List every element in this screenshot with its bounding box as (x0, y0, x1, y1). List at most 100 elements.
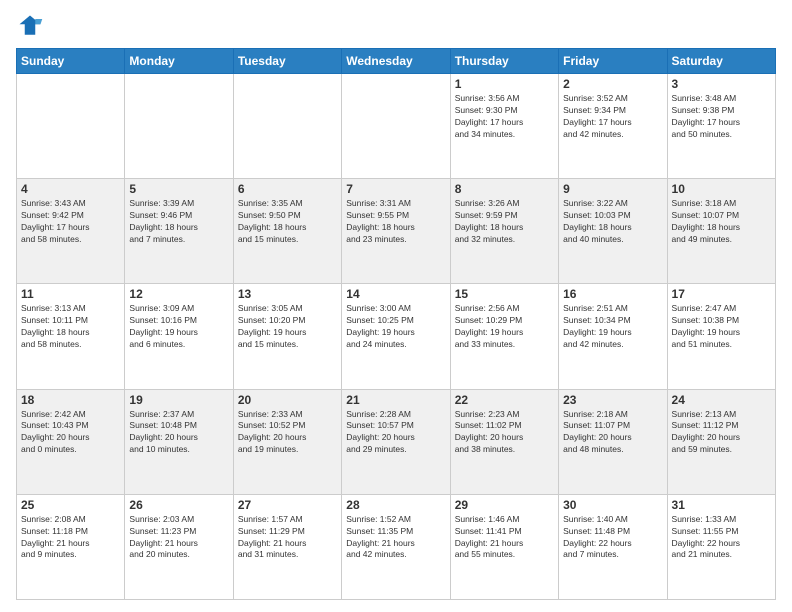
day-number: 24 (672, 393, 771, 407)
weekday-header-tuesday: Tuesday (233, 49, 341, 74)
weekday-header-saturday: Saturday (667, 49, 775, 74)
day-number: 10 (672, 182, 771, 196)
page: SundayMondayTuesdayWednesdayThursdayFrid… (0, 0, 792, 612)
day-number: 2 (563, 77, 662, 91)
calendar-cell: 30 Sunrise: 1:40 AM Sunset: 11:48 PM Dayl… (559, 494, 667, 599)
day-info: Sunrise: 3:39 AM Sunset: 9:46 PM Dayligh… (129, 198, 228, 246)
calendar-cell: 22 Sunrise: 2:23 AM Sunset: 11:02 PM Dayl… (450, 389, 558, 494)
day-number: 4 (21, 182, 120, 196)
day-info: Sunrise: 2:51 AM Sunset: 10:34 PM Daylig… (563, 303, 662, 351)
calendar-cell: 24Sunrise: 2:13 AM Sunset: 11:12 PM Dayl… (667, 389, 775, 494)
calendar-cell: 29 Sunrise: 1:46 AM Sunset: 11:41 PM Dayl… (450, 494, 558, 599)
day-number: 12 (129, 287, 228, 301)
day-number: 1 (455, 77, 554, 91)
day-number: 14 (346, 287, 445, 301)
day-number: 15 (455, 287, 554, 301)
day-number: 13 (238, 287, 337, 301)
calendar-cell: 8 Sunrise: 3:26 AM Sunset: 9:59 PM Daylig… (450, 179, 558, 284)
day-info: Sunrise: 2:56 AM Sunset: 10:29 PM Daylig… (455, 303, 554, 351)
calendar-cell: 19 Sunrise: 2:37 AM Sunset: 10:48 PM Dayl… (125, 389, 233, 494)
day-number: 17 (672, 287, 771, 301)
day-number: 7 (346, 182, 445, 196)
day-info: Sunrise: 2:18 AM Sunset: 11:07 PM Daylig… (563, 409, 662, 457)
weekday-header-friday: Friday (559, 49, 667, 74)
day-info: Sunrise: 2:03 AM Sunset: 11:23 PM Daylig… (129, 514, 228, 562)
calendar-cell: 12 Sunrise: 3:09 AM Sunset: 10:16 PM Dayl… (125, 284, 233, 389)
day-number: 28 (346, 498, 445, 512)
day-info: Sunrise: 3:56 AM Sunset: 9:30 PM Dayligh… (455, 93, 554, 141)
day-info: Sunrise: 3:22 AM Sunset: 10:03 PM Daylig… (563, 198, 662, 246)
calendar-cell: 9 Sunrise: 3:22 AM Sunset: 10:03 PM Dayli… (559, 179, 667, 284)
day-number: 22 (455, 393, 554, 407)
calendar-cell (233, 74, 341, 179)
day-info: Sunrise: 3:35 AM Sunset: 9:50 PM Dayligh… (238, 198, 337, 246)
calendar-cell: 14 Sunrise: 3:00 AM Sunset: 10:25 PM Dayl… (342, 284, 450, 389)
day-number: 31 (672, 498, 771, 512)
day-info: Sunrise: 1:57 AM Sunset: 11:29 PM Daylig… (238, 514, 337, 562)
calendar-cell: 13 Sunrise: 3:05 AM Sunset: 10:20 PM Dayl… (233, 284, 341, 389)
day-info: Sunrise: 3:26 AM Sunset: 9:59 PM Dayligh… (455, 198, 554, 246)
day-info: Sunrise: 3:52 AM Sunset: 9:34 PM Dayligh… (563, 93, 662, 141)
weekday-header-thursday: Thursday (450, 49, 558, 74)
calendar-cell: 25 Sunrise: 2:08 AM Sunset: 11:18 PM Dayl… (17, 494, 125, 599)
day-number: 21 (346, 393, 445, 407)
day-info: Sunrise: 2:28 AM Sunset: 10:57 PM Daylig… (346, 409, 445, 457)
calendar-cell: 2 Sunrise: 3:52 AM Sunset: 9:34 PM Daylig… (559, 74, 667, 179)
day-number: 11 (21, 287, 120, 301)
day-number: 3 (672, 77, 771, 91)
day-info: Sunrise: 2:23 AM Sunset: 11:02 PM Daylig… (455, 409, 554, 457)
day-info: Sunrise: 3:13 AM Sunset: 10:11 PM Daylig… (21, 303, 120, 351)
header (16, 12, 776, 40)
calendar-cell (125, 74, 233, 179)
calendar-cell: 10 Sunrise: 3:18 AM Sunset: 10:07 PM Dayl… (667, 179, 775, 284)
calendar-cell: 20 Sunrise: 2:33 AM Sunset: 10:52 PM Dayl… (233, 389, 341, 494)
day-info: Sunrise: 2:08 AM Sunset: 11:18 PM Daylig… (21, 514, 120, 562)
calendar-cell (342, 74, 450, 179)
day-info: Sunrise: 2:33 AM Sunset: 10:52 PM Daylig… (238, 409, 337, 457)
day-info: Sunrise: 3:00 AM Sunset: 10:25 PM Daylig… (346, 303, 445, 351)
calendar-cell: 11 Sunrise: 3:13 AM Sunset: 10:11 PM Dayl… (17, 284, 125, 389)
day-number: 30 (563, 498, 662, 512)
day-info: Sunrise: 1:40 AM Sunset: 11:48 PM Daylig… (563, 514, 662, 562)
day-info: Sunrise: 2:37 AM Sunset: 10:48 PM Daylig… (129, 409, 228, 457)
calendar: SundayMondayTuesdayWednesdayThursdayFrid… (16, 48, 776, 600)
calendar-cell: 27Sunrise: 1:57 AM Sunset: 11:29 PM Dayl… (233, 494, 341, 599)
day-number: 9 (563, 182, 662, 196)
day-number: 5 (129, 182, 228, 196)
day-info: Sunrise: 3:48 AM Sunset: 9:38 PM Dayligh… (672, 93, 771, 141)
calendar-cell: 18Sunrise: 2:42 AM Sunset: 10:43 PM Dayl… (17, 389, 125, 494)
calendar-cell: 6 Sunrise: 3:35 AM Sunset: 9:50 PM Daylig… (233, 179, 341, 284)
day-info: Sunrise: 1:46 AM Sunset: 11:41 PM Daylig… (455, 514, 554, 562)
calendar-cell: 31 Sunrise: 1:33 AM Sunset: 11:55 PM Dayl… (667, 494, 775, 599)
weekday-header-monday: Monday (125, 49, 233, 74)
logo (16, 12, 48, 40)
day-number: 8 (455, 182, 554, 196)
day-number: 16 (563, 287, 662, 301)
day-info: Sunrise: 3:18 AM Sunset: 10:07 PM Daylig… (672, 198, 771, 246)
calendar-cell: 3 Sunrise: 3:48 AM Sunset: 9:38 PM Daylig… (667, 74, 775, 179)
calendar-cell: 17 Sunrise: 2:47 AM Sunset: 10:38 PM Dayl… (667, 284, 775, 389)
calendar-cell: 15 Sunrise: 2:56 AM Sunset: 10:29 PM Dayl… (450, 284, 558, 389)
weekday-header-sunday: Sunday (17, 49, 125, 74)
calendar-cell: 23 Sunrise: 2:18 AM Sunset: 11:07 PM Dayl… (559, 389, 667, 494)
calendar-cell: 21 Sunrise: 2:28 AM Sunset: 10:57 PM Dayl… (342, 389, 450, 494)
day-number: 26 (129, 498, 228, 512)
day-number: 6 (238, 182, 337, 196)
day-info: Sunrise: 3:05 AM Sunset: 10:20 PM Daylig… (238, 303, 337, 351)
calendar-cell: 16 Sunrise: 2:51 AM Sunset: 10:34 PM Dayl… (559, 284, 667, 389)
day-number: 20 (238, 393, 337, 407)
calendar-cell: 1 Sunrise: 3:56 AM Sunset: 9:30 PM Daylig… (450, 74, 558, 179)
day-number: 23 (563, 393, 662, 407)
calendar-cell: 26 Sunrise: 2:03 AM Sunset: 11:23 PM Dayl… (125, 494, 233, 599)
calendar-cell (17, 74, 125, 179)
day-info: Sunrise: 1:33 AM Sunset: 11:55 PM Daylig… (672, 514, 771, 562)
day-number: 29 (455, 498, 554, 512)
calendar-cell: 7Sunrise: 3:31 AM Sunset: 9:55 PM Daylig… (342, 179, 450, 284)
calendar-cell: 4 Sunrise: 3:43 AM Sunset: 9:42 PM Daylig… (17, 179, 125, 284)
day-info: Sunrise: 2:47 AM Sunset: 10:38 PM Daylig… (672, 303, 771, 351)
weekday-header-wednesday: Wednesday (342, 49, 450, 74)
day-info: Sunrise: 3:09 AM Sunset: 10:16 PM Daylig… (129, 303, 228, 351)
day-number: 25 (21, 498, 120, 512)
day-number: 19 (129, 393, 228, 407)
day-info: Sunrise: 3:43 AM Sunset: 9:42 PM Dayligh… (21, 198, 120, 246)
